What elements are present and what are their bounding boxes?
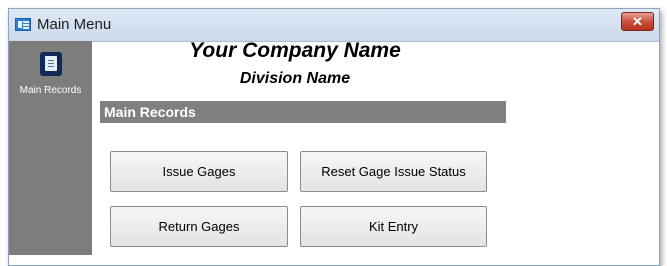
sidebar-item-main-records[interactable]: Main Records xyxy=(9,47,92,107)
return-gages-button[interactable]: Return Gages xyxy=(110,206,288,247)
section-header: Main Records xyxy=(100,101,506,123)
division-name: Division Name xyxy=(239,70,351,87)
issue-gages-button[interactable]: Issue Gages xyxy=(110,151,288,192)
reset-gage-issue-status-button[interactable]: Reset Gage Issue Status xyxy=(300,151,487,192)
form-icon xyxy=(15,18,31,31)
company-name: Your Company Name xyxy=(189,39,401,62)
records-icon xyxy=(40,52,62,76)
window-title: Main Menu xyxy=(37,16,112,33)
kit-entry-button[interactable]: Kit Entry xyxy=(300,206,487,247)
close-button[interactable]: ✕ xyxy=(621,12,654,31)
sidebar: Main Records xyxy=(9,41,92,255)
title-bar[interactable]: Main Menu ✕ xyxy=(9,9,659,42)
sidebar-item-label: Main Records xyxy=(19,85,82,96)
